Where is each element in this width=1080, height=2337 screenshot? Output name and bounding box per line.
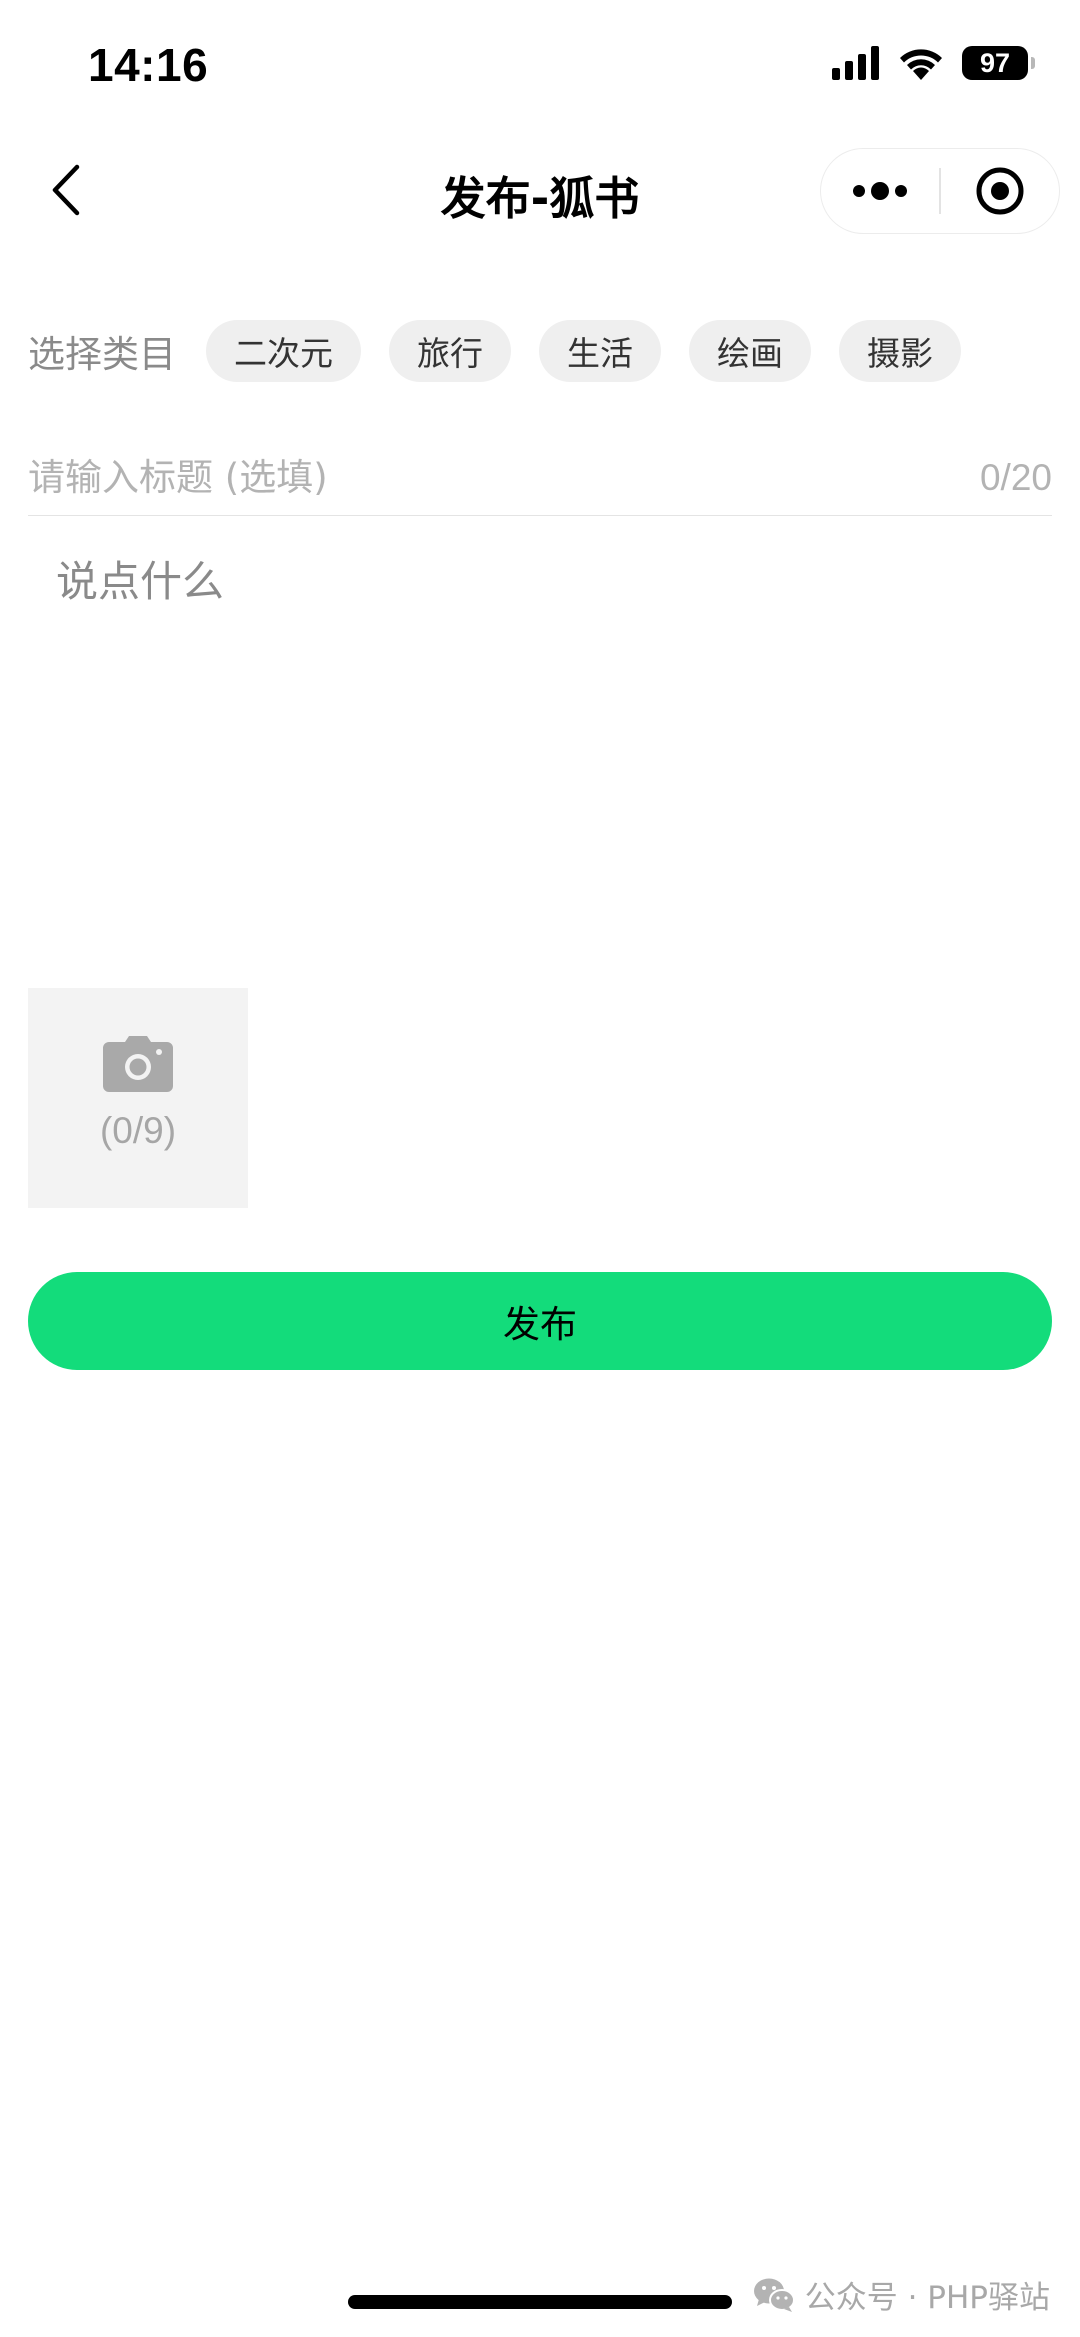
- home-indicator: [348, 2295, 732, 2309]
- upload-count: (0/9): [99, 1110, 177, 1151]
- target-icon: [976, 167, 1024, 215]
- status-icons: 97: [832, 46, 1035, 80]
- title-char-counter: 0/20: [979, 456, 1052, 498]
- watermark-text: 公众号 · PHP驿站: [804, 2280, 1050, 2316]
- watermark: 公众号 · PHP驿站: [753, 2272, 1050, 2317]
- category-chip-life[interactable]: 生活: [539, 320, 661, 382]
- status-bar: 14:16 97: [0, 0, 1080, 135]
- title-input[interactable]: [28, 456, 828, 499]
- close-mini-program-button[interactable]: [941, 149, 1059, 233]
- battery-icon: 97: [962, 46, 1035, 80]
- category-chip-anime[interactable]: 二次元: [206, 320, 361, 382]
- category-chip-photography[interactable]: 摄影: [839, 320, 961, 382]
- signal-icon: [832, 46, 879, 80]
- image-upload-button[interactable]: (0/9): [28, 988, 248, 1208]
- more-dots-icon: [853, 182, 908, 200]
- wechat-icon: [753, 2278, 795, 2312]
- battery-level: 97: [979, 47, 1011, 78]
- publish-button[interactable]: 发布: [28, 1272, 1052, 1370]
- category-label: 选择类目: [28, 333, 176, 376]
- content-textarea[interactable]: [56, 548, 1046, 928]
- screen: 14:16 97 发布-狐书 选择类目 二次元 旅行 生活 绘画 摄影 请输入标…: [0, 0, 1080, 2337]
- category-chip-painting[interactable]: 绘画: [689, 320, 811, 382]
- category-chip-travel[interactable]: 旅行: [389, 320, 511, 382]
- nav-bar: 发布-狐书: [0, 140, 1080, 240]
- status-time: 14:16: [88, 39, 209, 91]
- mini-program-capsule: [820, 148, 1060, 234]
- title-row: 0/20: [28, 440, 1052, 516]
- camera-icon: [103, 1036, 173, 1092]
- category-row: 选择类目 二次元 旅行 生活 绘画 摄影: [28, 320, 989, 382]
- wifi-icon: [900, 49, 942, 80]
- more-button[interactable]: [821, 149, 939, 233]
